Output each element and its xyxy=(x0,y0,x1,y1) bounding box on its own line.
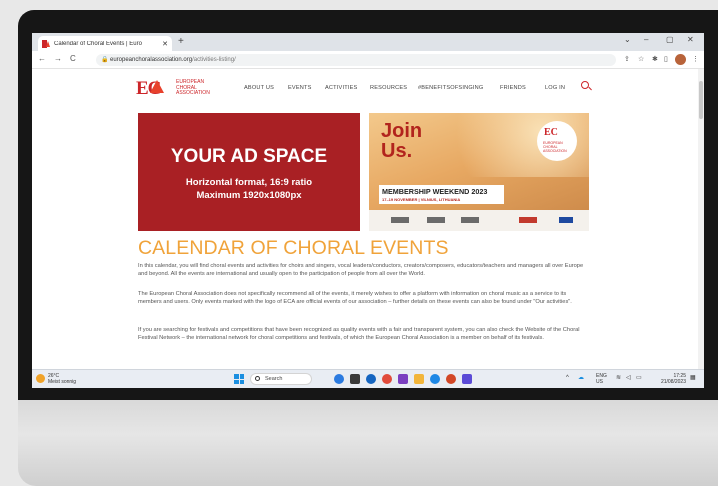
lock-icon: 🔒 xyxy=(101,57,109,63)
nav-resources[interactable]: RESOURCES xyxy=(370,85,407,91)
sponsor-logo xyxy=(519,217,537,223)
browser-tab[interactable]: Calendar of Choral Events | Euro ✕ xyxy=(38,36,172,51)
app-icon-powerpoint[interactable] xyxy=(446,374,456,384)
url-field[interactable]: 🔒 europeanchoralassociation.org/activiti… xyxy=(96,54,616,66)
wifi-icon[interactable]: ≋ xyxy=(616,375,621,381)
taskbar-search-input[interactable]: Search xyxy=(250,373,312,385)
onedrive-icon[interactable]: ☁ xyxy=(578,375,584,381)
membership-weekend-band: MEMBERSHIP WEEKEND 2023 17–19 NOVEMBER |… xyxy=(379,185,504,204)
close-window-button[interactable]: ✕ xyxy=(687,35,694,44)
nav-benefits-of-singing[interactable]: #BENEFITSOFSINGING xyxy=(418,85,483,91)
windows-start-icon[interactable] xyxy=(234,374,244,384)
eca-logo[interactable]: EC EUROPEAN CHORAL ASSOCIATION xyxy=(136,78,210,100)
app-icon-chrome[interactable] xyxy=(382,374,392,384)
profile-avatar[interactable] xyxy=(675,54,686,65)
join-title: Join Us. xyxy=(381,120,423,162)
minimize-button[interactable]: – xyxy=(644,35,648,44)
screen: Calendar of Choral Events | Euro ✕ + ⌄ –… xyxy=(32,33,704,388)
url-path: /activities-listing/ xyxy=(192,57,236,63)
tray-overflow-icon[interactable]: ^ xyxy=(566,375,569,381)
tab-title: Calendar of Choral Events | Euro xyxy=(54,40,142,47)
reload-button[interactable]: C xyxy=(70,54,76,63)
new-tab-button[interactable]: + xyxy=(178,36,184,48)
ad-format-line: Horizontal format, 16:9 ratio xyxy=(185,177,313,188)
menu-kebab-icon[interactable]: ⋮ xyxy=(692,55,699,63)
site-search-icon[interactable] xyxy=(581,81,589,89)
membership-weekend-banner[interactable]: Join Us. EC EUROPEAN CHORAL ASSOCIATION M… xyxy=(369,113,589,231)
sponsor-logo xyxy=(427,217,445,223)
keyboard-language[interactable]: ENG US xyxy=(596,373,607,385)
eu-flag-icon xyxy=(559,217,573,223)
disclaimer-paragraph: The European Choral Association does not… xyxy=(138,291,572,305)
clock[interactable]: 17:25 21/08/2023 xyxy=(650,373,686,385)
web-page: EC EUROPEAN CHORAL ASSOCIATION ABOUT US … xyxy=(32,69,704,369)
extensions-icon[interactable]: ✱ xyxy=(652,55,658,63)
sun-icon xyxy=(36,374,45,383)
nav-activities[interactable]: ACTIVITIES xyxy=(325,85,357,91)
volume-icon[interactable]: ◁ xyxy=(626,375,631,381)
ad-space-banner[interactable]: YOUR AD SPACE Horizontal format, 16:9 ra… xyxy=(138,113,360,231)
back-button[interactable]: ← xyxy=(38,54,46,63)
ad-size-line: Maximum 1920x1080px xyxy=(196,190,302,201)
eca-favicon-icon xyxy=(42,39,50,48)
monitor-stand-chin xyxy=(18,400,718,486)
app-icon-teams[interactable] xyxy=(398,374,408,384)
logo-triangle-icon xyxy=(150,80,164,93)
share-icon[interactable]: ⇪ xyxy=(624,55,630,63)
tab-search-icon[interactable]: ⌄ xyxy=(624,35,631,44)
notification-icon[interactable]: ▦ xyxy=(690,375,696,381)
tab-close-icon[interactable]: ✕ xyxy=(162,40,168,48)
membership-weekend-dates: 17–19 NOVEMBER | VILNIUS, LITHUANIA xyxy=(382,197,461,202)
app-icon-file-explorer[interactable] xyxy=(414,374,424,384)
bookmark-star-icon[interactable]: ☆ xyxy=(638,55,644,63)
seal-letters: EC xyxy=(544,127,558,138)
search-icon xyxy=(255,376,260,381)
intro-paragraph: In this calendar, you will find choral e… xyxy=(138,263,584,277)
forward-button[interactable]: → xyxy=(54,54,62,63)
maximize-button[interactable]: ▢ xyxy=(666,35,674,44)
tab-strip: Calendar of Choral Events | Euro ✕ + ⌄ –… xyxy=(32,33,704,51)
app-icon-browser[interactable] xyxy=(430,374,440,384)
app-icon-edge[interactable] xyxy=(366,374,376,384)
address-bar-row: ← → C 🔒 europeanchoralassociation.org/ac… xyxy=(32,51,704,69)
membership-weekend-title: MEMBERSHIP WEEKEND 2023 xyxy=(382,187,488,196)
seal-name: EUROPEAN CHORAL ASSOCIATION xyxy=(543,141,567,153)
battery-icon[interactable]: ▭ xyxy=(636,375,642,381)
windows-taskbar: 26°C Meist sonnig Search ^ ☁ ENG US ≋ ◁ ▭ … xyxy=(32,369,704,388)
sponsor-logo xyxy=(461,217,479,223)
app-icon-bing[interactable] xyxy=(334,374,344,384)
ad-headline: YOUR AD SPACE xyxy=(170,146,328,167)
sponsor-logo xyxy=(391,217,409,223)
nav-about-us[interactable]: ABOUT US xyxy=(244,85,274,91)
weather-desc: Meist sonnig xyxy=(48,379,77,385)
nav-log-in[interactable]: LOG IN xyxy=(545,85,565,91)
logo-name: EUROPEAN CHORAL ASSOCIATION xyxy=(176,79,210,96)
page-scrollbar[interactable] xyxy=(698,69,704,369)
scrollbar-thumb[interactable] xyxy=(699,81,703,119)
sidebar-icon[interactable]: ▯ xyxy=(664,55,668,63)
app-icon-store[interactable] xyxy=(462,374,472,384)
page-title: CALENDAR OF CHORAL EVENTS xyxy=(138,237,449,259)
app-icon-task-view[interactable] xyxy=(350,374,360,384)
festival-network-paragraph: If you are searching for festivals and c… xyxy=(138,327,580,341)
nav-events[interactable]: EVENTS xyxy=(288,85,312,91)
eca-seal-logo: EC EUROPEAN CHORAL ASSOCIATION xyxy=(537,121,577,161)
url-domain: europeanchoralassociation.org xyxy=(110,57,193,63)
nav-friends[interactable]: FRIENDS xyxy=(500,85,526,91)
sponsor-logos-strip xyxy=(369,210,589,231)
